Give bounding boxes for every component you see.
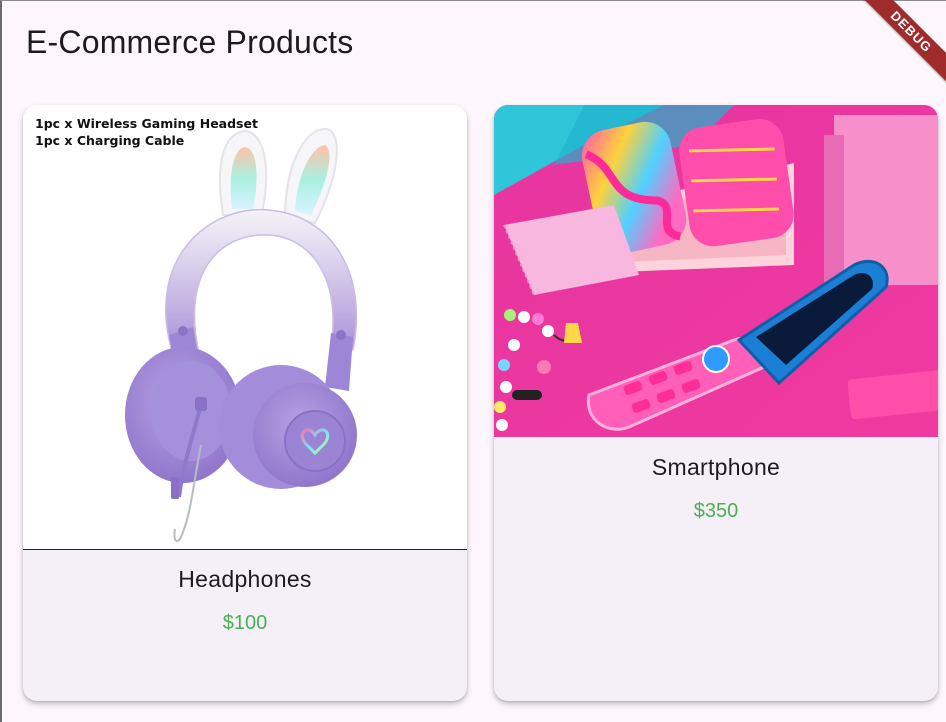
product-card-smartphone[interactable]: Smartphone $350	[494, 105, 938, 701]
product-price: $350	[693, 500, 739, 522]
product-image-smartphone	[494, 105, 938, 437]
package-contents-text: 1pc x Wireless Gaming Headset 1pc x Char…	[35, 116, 258, 148]
product-price: $100	[222, 612, 268, 634]
window-border-top	[0, 0, 946, 1]
product-name: Headphones	[178, 566, 312, 592]
smartphone-photo-illustration	[494, 105, 938, 437]
window-border	[0, 0, 2, 722]
debug-banner: DEBUG	[857, 0, 946, 86]
product-name: Smartphone	[651, 454, 781, 480]
page-title: E-Commerce Products	[26, 24, 354, 60]
headphones-illustration	[125, 127, 358, 543]
product-image-headphones: 1pc x Wireless Gaming Headset 1pc x Char…	[23, 105, 467, 550]
product-card-headphones[interactable]: 1pc x Wireless Gaming Headset 1pc x Char…	[23, 105, 467, 701]
